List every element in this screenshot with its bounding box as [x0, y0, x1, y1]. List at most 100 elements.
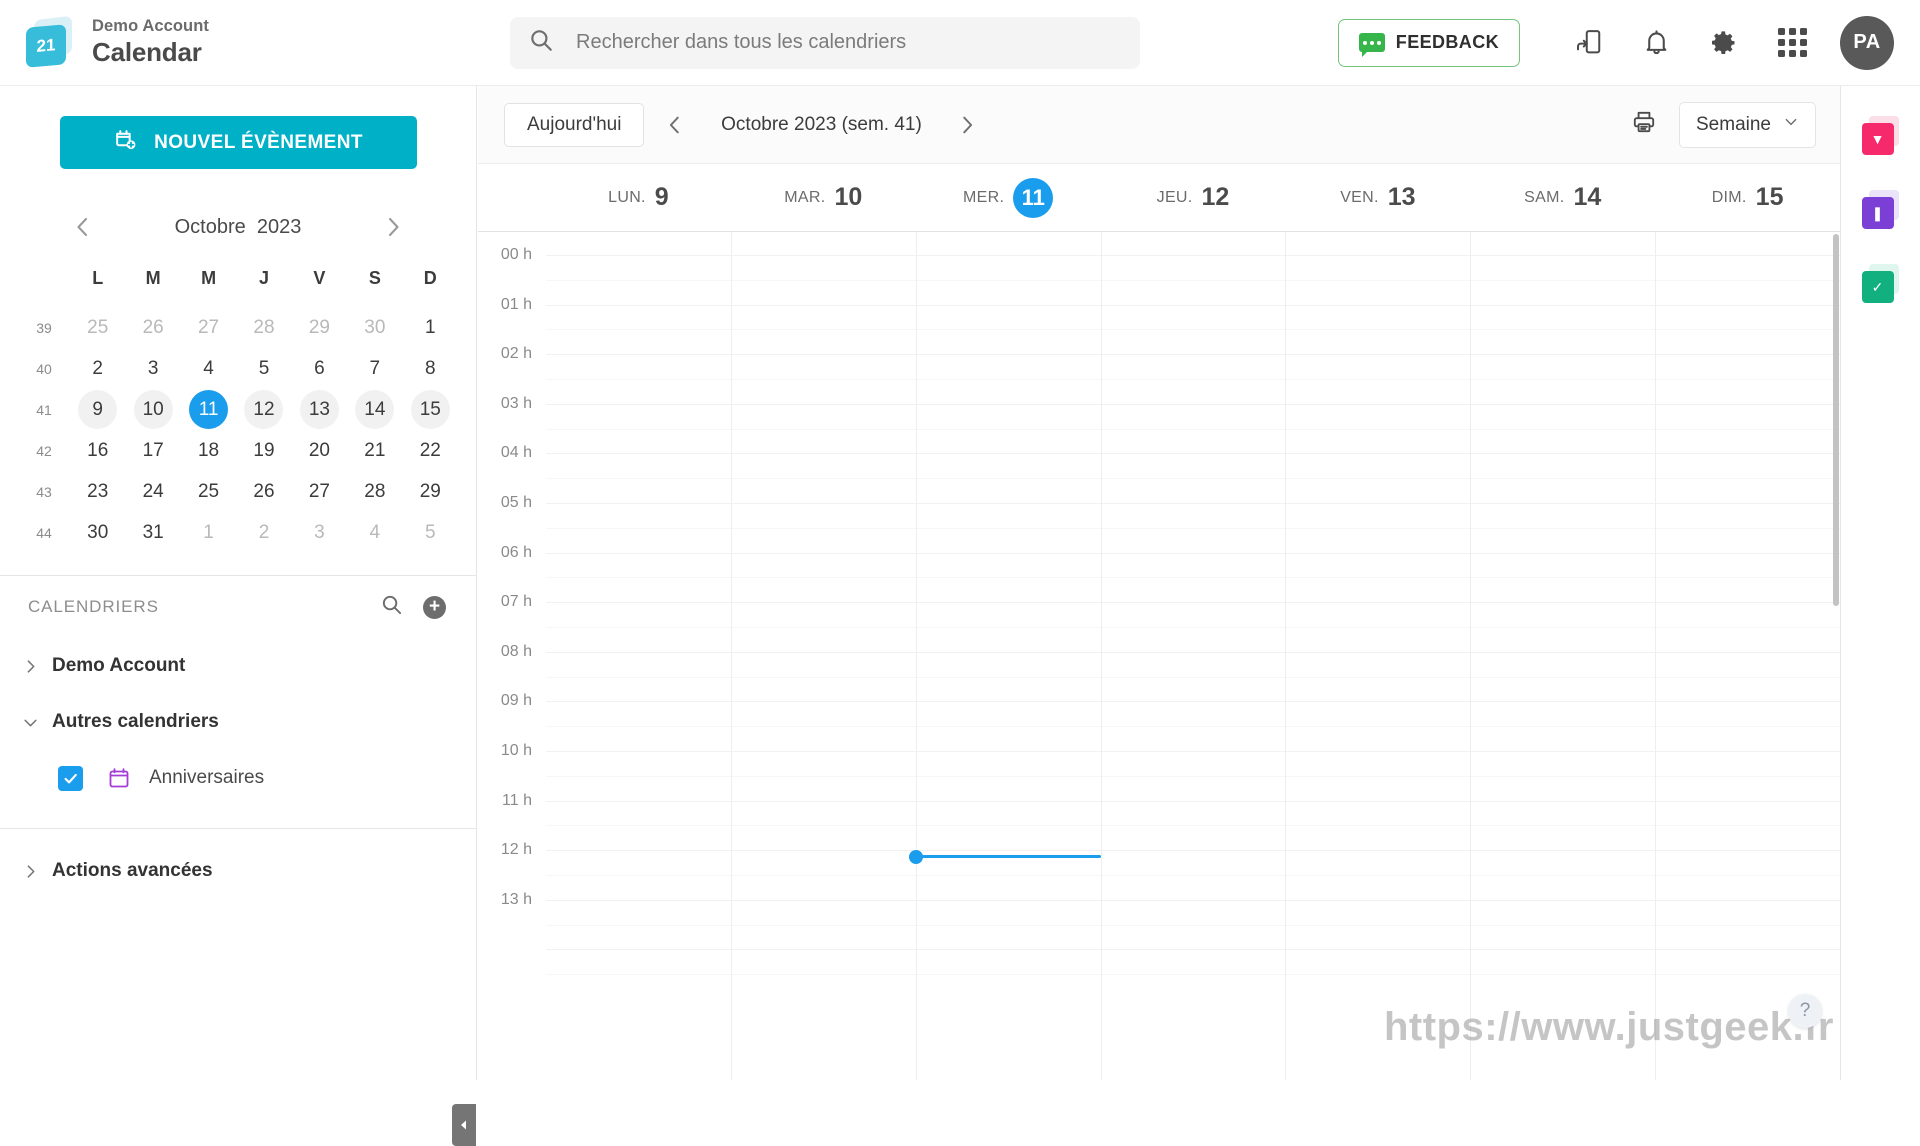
- print-icon[interactable]: [1631, 109, 1657, 140]
- apps-grid-icon[interactable]: [1758, 9, 1826, 77]
- hour-gridline: [546, 453, 1840, 454]
- mini-day-cell[interactable]: 26: [236, 471, 291, 512]
- feedback-button[interactable]: FEEDBACK: [1338, 19, 1520, 67]
- view-select[interactable]: Semaine: [1679, 102, 1816, 148]
- settings-gear-icon[interactable]: [1690, 9, 1758, 77]
- mini-day-cell[interactable]: 27: [181, 307, 236, 348]
- mini-day-cell[interactable]: 15: [403, 389, 458, 430]
- calendar-list-item[interactable]: Anniversaires: [0, 750, 476, 806]
- new-event-button[interactable]: NOUVEL ÉVÈNEMENT: [60, 116, 417, 169]
- day-header-0[interactable]: LUN.9: [546, 183, 731, 212]
- mini-day-cell[interactable]: 27: [292, 471, 347, 512]
- avatar[interactable]: PA: [1840, 16, 1894, 70]
- time-axis: 00 h01 h02 h03 h04 h05 h06 h07 h08 h09 h…: [478, 232, 546, 1080]
- search-input[interactable]: [574, 30, 1122, 55]
- mini-weekday-4: V: [292, 267, 347, 307]
- day-header-4[interactable]: VEN.13: [1285, 183, 1470, 212]
- mini-day-cell[interactable]: 28: [347, 471, 402, 512]
- sidebar-tree-item-0[interactable]: Demo Account: [0, 638, 476, 694]
- hour-gridline: [546, 850, 1840, 851]
- previous-week-icon[interactable]: [644, 100, 706, 150]
- mini-day-cell[interactable]: 6: [292, 348, 347, 389]
- day-header-1[interactable]: MAR.10: [731, 183, 916, 212]
- drive-app-icon[interactable]: ❚: [1859, 190, 1903, 234]
- help-button[interactable]: ?: [1788, 994, 1822, 1028]
- hour-label-7: 07 h: [501, 593, 532, 611]
- calendar-scrollbar[interactable]: [1832, 232, 1840, 1080]
- mail-app-icon[interactable]: ▼: [1859, 116, 1903, 160]
- mini-day-cell[interactable]: 18: [181, 430, 236, 471]
- mini-day-cell[interactable]: 1: [403, 307, 458, 348]
- half-hour-gridline: [546, 429, 1840, 430]
- mini-day-cell[interactable]: 26: [125, 307, 180, 348]
- sidebar-item-advanced-actions[interactable]: Actions avancées: [0, 843, 476, 899]
- mini-day-cell[interactable]: 2: [70, 348, 125, 389]
- mini-day-cell[interactable]: 28: [236, 307, 291, 348]
- mini-day-cell[interactable]: 22: [403, 430, 458, 471]
- mini-day-cell[interactable]: 8: [403, 348, 458, 389]
- mini-day-cell[interactable]: 11: [181, 389, 236, 430]
- day-header-5[interactable]: SAM.14: [1470, 183, 1655, 212]
- mini-day-cell[interactable]: 3: [125, 348, 180, 389]
- mini-day-cell[interactable]: 21: [347, 430, 402, 471]
- day-divider: [1470, 232, 1471, 1080]
- sidebar-collapse-button[interactable]: [452, 1104, 476, 1146]
- mini-prev-month-icon[interactable]: [53, 213, 113, 241]
- calendar-visibility-checkbox[interactable]: [58, 766, 83, 791]
- mini-day-cell[interactable]: 4: [181, 348, 236, 389]
- mini-day-cell[interactable]: 29: [403, 471, 458, 512]
- hour-gridline: [546, 801, 1840, 802]
- chevron-right-icon: [22, 658, 52, 675]
- day-name: VEN.: [1340, 189, 1379, 207]
- day-header-3[interactable]: JEU.12: [1101, 183, 1286, 212]
- mini-day-cell[interactable]: 29: [292, 307, 347, 348]
- notifications-bell-icon[interactable]: [1622, 9, 1690, 77]
- mini-day-cell[interactable]: 23: [70, 471, 125, 512]
- today-button[interactable]: Aujourd'hui: [504, 103, 644, 147]
- search-bar[interactable]: [510, 17, 1140, 69]
- half-hour-gridline: [546, 974, 1840, 975]
- mini-day-cell[interactable]: 30: [70, 512, 125, 553]
- chevron-down-icon: [22, 714, 52, 731]
- mini-week-number: 39: [18, 307, 70, 348]
- mini-week-row: 392526272829301: [18, 307, 458, 348]
- mini-day-cell[interactable]: 25: [181, 471, 236, 512]
- mini-week-number: 42: [18, 430, 70, 471]
- hour-gridline: [546, 354, 1840, 355]
- mini-day-cell[interactable]: 16: [70, 430, 125, 471]
- mini-day-cell[interactable]: 7: [347, 348, 402, 389]
- mini-day-cell[interactable]: 14: [347, 389, 402, 430]
- mini-day-cell[interactable]: 9: [70, 389, 125, 430]
- mini-day-cell[interactable]: 20: [292, 430, 347, 471]
- add-calendar-icon[interactable]: +: [423, 596, 446, 619]
- mini-day-cell[interactable]: 5: [236, 348, 291, 389]
- calendar-search-icon[interactable]: [380, 593, 403, 621]
- day-header-6[interactable]: DIM.15: [1655, 183, 1840, 212]
- mini-day-cell[interactable]: 17: [125, 430, 180, 471]
- mini-day-cell[interactable]: 24: [125, 471, 180, 512]
- mini-day-cell[interactable]: 25: [70, 307, 125, 348]
- mini-day-cell[interactable]: 30: [347, 307, 402, 348]
- sidebar-tree-item-1[interactable]: Autres calendriers: [0, 694, 476, 750]
- mini-day-cell[interactable]: 3: [292, 512, 347, 553]
- calendar-main: Aujourd'hui Octobre 2023 (sem. 41): [478, 86, 1840, 1080]
- half-hour-gridline: [546, 577, 1840, 578]
- mini-day-cell[interactable]: 2: [236, 512, 291, 553]
- mini-next-month-icon[interactable]: [363, 213, 423, 241]
- mini-day-cell[interactable]: 10: [125, 389, 180, 430]
- share-device-icon[interactable]: [1554, 9, 1622, 77]
- tasks-app-icon[interactable]: ✓: [1859, 264, 1903, 308]
- mini-day-cell[interactable]: 13: [292, 389, 347, 430]
- mini-day-cell[interactable]: 19: [236, 430, 291, 471]
- day-header-2[interactable]: MER.11: [916, 178, 1101, 218]
- mini-day-cell[interactable]: 31: [125, 512, 180, 553]
- mini-day-cell[interactable]: 5: [403, 512, 458, 553]
- day-columns[interactable]: [546, 232, 1840, 1080]
- mini-week-row: 4323242526272829: [18, 471, 458, 512]
- hour-gridline: [546, 652, 1840, 653]
- mini-day-cell[interactable]: 4: [347, 512, 402, 553]
- mini-day-cell[interactable]: 1: [181, 512, 236, 553]
- mini-day-cell[interactable]: 12: [236, 389, 291, 430]
- hour-label-12: 12 h: [501, 841, 532, 859]
- next-week-icon[interactable]: [936, 100, 998, 150]
